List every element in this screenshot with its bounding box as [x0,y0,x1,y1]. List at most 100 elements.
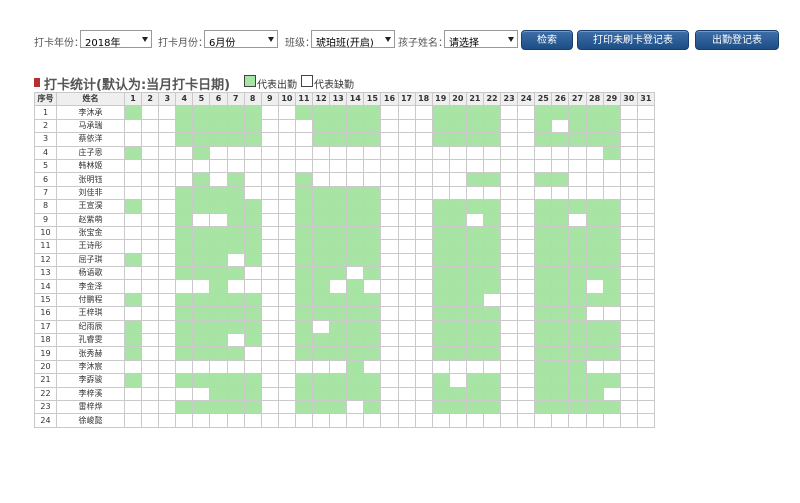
column-header-day: 1 [123,91,143,107]
attendance-cell-absent [277,199,296,214]
attendance-cell-present [312,373,331,388]
attendance-cell-absent [158,145,177,160]
year-select[interactable]: 2018年 [80,30,152,49]
column-header-day: 17 [397,91,416,107]
attendance-cell-absent [158,279,177,294]
attendance-register-button[interactable]: 出勤登记表 [695,30,779,50]
attendance-cell-present [294,239,314,254]
column-header-day: 27 [568,91,587,107]
search-button[interactable]: 检索 [521,30,573,50]
attendance-cell-present [465,279,484,294]
attendance-cell-present [551,132,570,147]
attendance-cell-present [175,105,194,120]
attendance-cell-absent [141,252,160,268]
student-name: 王宣淏 [56,199,125,214]
attendance-cell-absent [414,346,433,361]
student-name: 庄子恩 [56,145,125,160]
attendance-cell-present [534,132,553,147]
attendance-cell-absent [260,185,279,201]
attendance-cell-absent [260,399,279,415]
attendance-cell-absent [414,279,433,294]
table-row: 6 张明钰 [34,172,655,187]
attendance-cell-absent [226,145,245,160]
attendance-cell-present [346,199,365,214]
attendance-cell-absent [158,319,177,335]
attendance-cell-present [175,373,194,388]
attendance-cell-present [243,319,262,335]
attendance-cell-absent [585,359,604,375]
child-select-value: 请选择 [449,38,479,49]
attendance-cell-absent [141,373,160,388]
attendance-cell-present [123,292,143,308]
month-select[interactable]: 6月份 [204,30,278,49]
attendance-cell-present [465,239,484,254]
attendance-cell-absent [243,279,262,294]
attendance-cell-present [175,399,194,415]
attendance-cell-absent [192,212,211,227]
attendance-cell-absent [619,386,638,401]
row-index: 22 [34,386,57,401]
attendance-cell-absent [380,132,399,147]
attendance-cell-present [175,266,194,281]
column-header-day: 23 [500,91,519,107]
month-label: 打卡月份： [158,38,208,49]
attendance-cell-absent [192,279,211,294]
attendance-cell-absent [397,306,416,321]
attendance-cell-present [226,319,245,335]
attendance-cell-absent [414,145,433,160]
attendance-cell-absent [448,413,467,428]
attendance-cell-present [465,266,484,281]
attendance-cell-absent [465,145,484,160]
attendance-cell-present [226,399,245,415]
attendance-cell-absent [500,225,519,241]
attendance-cell-present [465,252,484,268]
attendance-cell-absent [551,145,570,160]
attendance-cell-absent [414,158,433,174]
row-index: 21 [34,373,57,388]
attendance-cell-absent [397,199,416,214]
attendance-cell-present [482,386,502,401]
attendance-cell-absent [260,212,279,227]
attendance-cell-present [363,118,382,134]
student-name: 徐峻懿 [56,413,125,428]
child-select[interactable]: 请选择 [444,30,518,49]
attendance-cell-absent [380,158,399,174]
attendance-cell-present [192,225,211,241]
table-row: 10 张宝金 [34,225,655,241]
attendance-cell-absent [414,199,433,214]
attendance-cell-present [585,386,604,401]
attendance-cell-present [568,279,587,294]
attendance-cell-present [363,386,382,401]
attendance-cell-present [431,306,450,321]
attendance-cell-absent [380,333,399,348]
attendance-cell-absent [431,172,450,187]
attendance-cell-present [192,306,211,321]
attendance-cell-absent [619,105,638,120]
class-select[interactable]: 琥珀班(开启) [311,30,395,49]
attendance-cell-absent [636,399,655,415]
attendance-cell-present [209,239,228,254]
attendance-cell-present [551,172,570,187]
attendance-cell-present [175,292,194,308]
attendance-cell-present [243,212,262,227]
attendance-cell-absent [141,319,160,335]
chevron-down-icon [508,37,514,42]
attendance-cell-present [431,373,450,388]
title-marker-icon [34,78,40,87]
section-title: 打卡统计(默认为:当月打卡日期) [44,78,231,93]
attendance-cell-absent [277,252,296,268]
attendance-cell-present [209,333,228,348]
attendance-cell-present [568,373,587,388]
attendance-cell-absent [294,118,314,134]
attendance-cell-absent [312,158,331,174]
attendance-cell-present [294,172,314,187]
attendance-cell-present [312,306,331,321]
attendance-cell-absent [517,199,536,214]
attendance-cell-absent [277,399,296,415]
attendance-cell-absent [226,359,245,375]
attendance-cell-absent [397,386,416,401]
attendance-cell-present [568,239,587,254]
attendance-cell-present [294,306,314,321]
print-missing-button[interactable]: 打印未刷卡登记表 [577,30,689,50]
attendance-cell-present [448,333,467,348]
